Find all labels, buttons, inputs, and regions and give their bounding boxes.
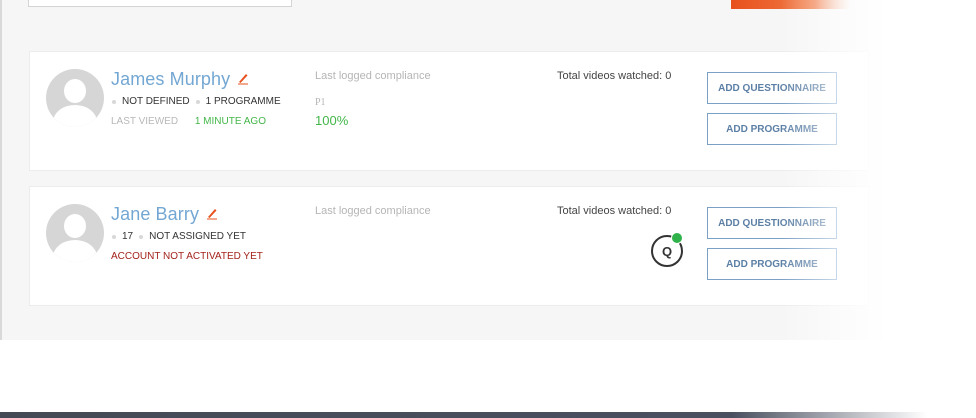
last-viewed-value: 1 MINUTE AGO (194, 116, 266, 127)
top-accent-button[interactable] (731, 0, 851, 9)
add-questionnaire-button[interactable]: ADD QUESTIONNAIRE (707, 72, 837, 104)
user-card: Jane Barry 17 NOT ASSIGNED YET ACCOUNT N… (29, 186, 869, 306)
videos-watched: Total videos watched: 0 (557, 205, 672, 217)
name-row: Jane Barry (111, 204, 218, 225)
meta-programmes: NOT ASSIGNED YET (149, 231, 247, 242)
compliance-code: P1 (315, 97, 326, 108)
name-row: James Murphy (111, 69, 249, 90)
meta-programmes: 1 PROGRAMME (205, 96, 281, 107)
bullet-icon (139, 234, 144, 239)
meta-row: 17 NOT ASSIGNED YET (111, 231, 246, 242)
pencil-icon[interactable] (206, 206, 218, 220)
compliance-label: Last logged compliance (315, 205, 431, 217)
search-input[interactable] (28, 0, 292, 7)
avatar (46, 69, 104, 127)
add-questionnaire-button[interactable]: ADD QUESTIONNAIRE (707, 207, 837, 239)
meta-goal: NOT DEFINED (122, 96, 190, 107)
green-dot-icon (671, 232, 683, 244)
user-card: James Murphy NOT DEFINED 1 PROGRAMME LAS… (29, 51, 869, 171)
last-viewed-label: LAST VIEWED (111, 116, 179, 127)
avatar-body-shape (53, 105, 97, 127)
meta-row: NOT DEFINED 1 PROGRAMME (111, 96, 281, 107)
account-status: ACCOUNT NOT ACTIVATED YET (111, 251, 263, 262)
pencil-icon[interactable] (237, 71, 249, 85)
avatar (46, 204, 104, 262)
bullet-icon (112, 234, 116, 239)
videos-watched: Total videos watched: 0 (557, 70, 672, 82)
bullet-icon (195, 99, 200, 104)
user-name[interactable]: Jane Barry (111, 204, 199, 225)
avatar-body-shape (53, 240, 97, 262)
meta-age: 17 (122, 231, 134, 242)
footer-bar (0, 412, 976, 418)
bullet-icon (112, 99, 116, 104)
avatar-head-shape (64, 214, 86, 238)
compliance-percent: 100% (315, 113, 349, 128)
content-panel: James Murphy NOT DEFINED 1 PROGRAMME LAS… (0, 0, 976, 340)
compliance-label: Last logged compliance (315, 70, 431, 82)
avatar-head-shape (64, 79, 86, 103)
add-programme-button[interactable]: ADD PROGRAMME (707, 248, 837, 280)
user-name[interactable]: James Murphy (111, 69, 230, 90)
add-programme-button[interactable]: ADD PROGRAMME (707, 113, 837, 145)
last-viewed-row: LAST VIEWED 1 MINUTE AGO (111, 116, 266, 127)
